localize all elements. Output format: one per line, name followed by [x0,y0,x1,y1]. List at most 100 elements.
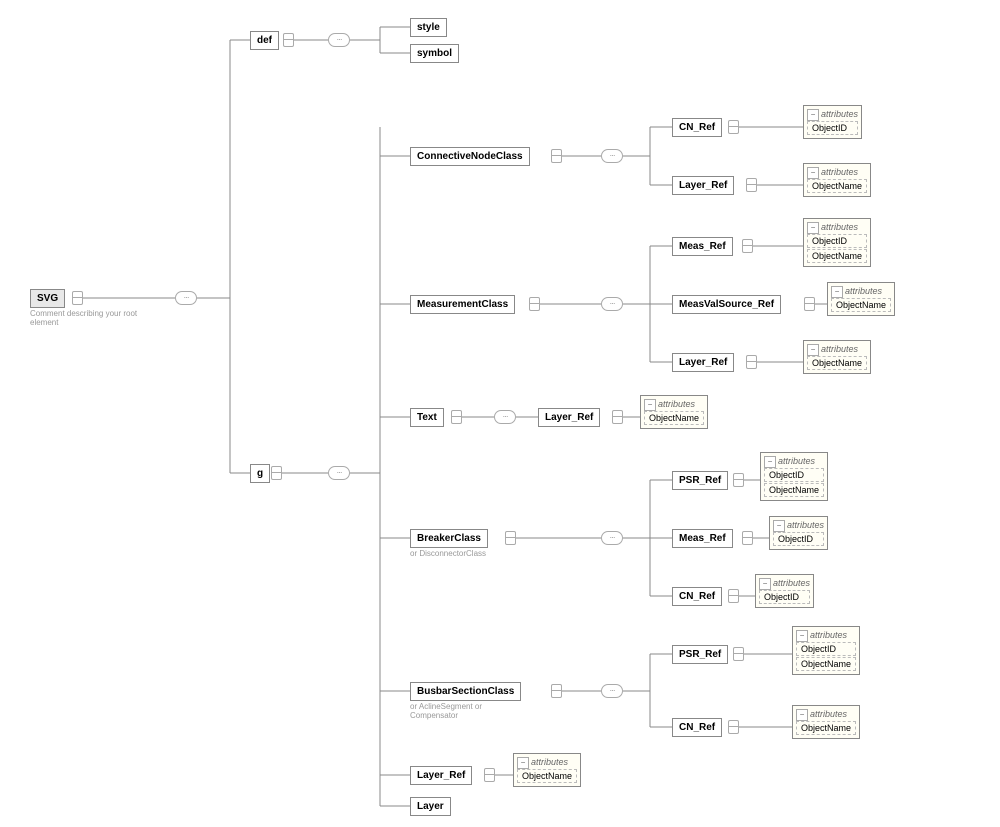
node-mvsr-label: MeasValSource_Ref [679,299,774,310]
node-g[interactable]: g [250,464,270,483]
node-cn-ref-1[interactable]: CN_Ref [672,118,722,137]
node-cn-ref-3[interactable]: CN_Ref [672,718,722,737]
connector-bc: ··· [601,531,623,545]
comment-bc: or DisconnectorClass [410,549,530,558]
stub-cnref3 [728,720,737,734]
attrs-title: attributes [644,399,704,409]
attr-item: ObjectName [831,298,891,312]
attr-item: ObjectName [644,411,704,425]
attr-item: ObjectID [807,121,858,135]
node-breakerclass[interactable]: BreakerClass [410,529,488,548]
node-g-label: g [257,468,263,479]
connector-text: ··· [494,410,516,424]
node-layer-ref-2[interactable]: Layer_Ref [672,353,734,372]
attrs-cnref2: attributes ObjectID [755,574,814,608]
connector-def: ··· [328,33,350,47]
attrs-lref1: attributes ObjectName [803,163,871,197]
stub-lref2 [746,355,755,369]
attr-item: ObjectName [807,249,867,263]
attr-item: ObjectName [796,657,856,671]
connector-root: ··· [175,291,197,305]
node-text[interactable]: Text [410,408,444,427]
attr-item: ObjectID [796,642,856,656]
node-connectivenodeclass[interactable]: ConnectiveNodeClass [410,147,530,166]
attrs-title: attributes [807,222,867,232]
comment-bsc: or AclineSegment or Compensator [410,702,530,720]
stub-svg [72,291,81,305]
node-layer-ref-4[interactable]: Layer_Ref [410,766,472,785]
attr-item: ObjectName [807,356,867,370]
node-svg[interactable]: SVG [30,289,65,308]
node-layer-ref-3[interactable]: Layer_Ref [538,408,600,427]
attrs-lref4: attributes ObjectName [513,753,581,787]
stub-psrref1 [733,473,742,487]
attrs-cnref1: attributes ObjectID [803,105,862,139]
node-mc-label: MeasurementClass [417,299,508,310]
node-meas-ref-2[interactable]: Meas_Ref [672,529,733,548]
attrs-lref2: attributes ObjectName [803,340,871,374]
attr-item: ObjectName [796,721,856,735]
node-symbol-label: symbol [417,48,452,59]
attrs-lref3: attributes ObjectName [640,395,708,429]
node-def[interactable]: def [250,31,279,50]
node-style[interactable]: style [410,18,447,37]
node-style-label: style [417,22,440,33]
attrs-psrref2: attributes ObjectID ObjectName [792,626,860,675]
attrs-measref1: attributes ObjectID ObjectName [803,218,871,267]
attrs-psrref1: attributes ObjectID ObjectName [760,452,828,501]
node-layer-ref-1[interactable]: Layer_Ref [672,176,734,195]
attr-item: ObjectName [764,483,824,497]
node-psr-ref-1-label: PSR_Ref [679,475,721,486]
node-psr-ref-1[interactable]: PSR_Ref [672,471,728,490]
node-def-label: def [257,35,272,46]
node-measurementclass[interactable]: MeasurementClass [410,295,515,314]
stub-lref4 [484,768,493,782]
node-symbol[interactable]: symbol [410,44,459,63]
stub-cnref1 [728,120,737,134]
attr-item: ObjectName [517,769,577,783]
attrs-title: attributes [807,344,867,354]
stub-def [283,33,292,47]
node-meas-ref-1[interactable]: Meas_Ref [672,237,733,256]
stub-mvsr [804,297,813,311]
stub-bsc [551,684,560,698]
stub-measref2 [742,531,751,545]
stub-mc [529,297,538,311]
stub-text [451,410,460,424]
stub-g [271,466,280,480]
connector-cnc: ··· [601,149,623,163]
attr-item: ObjectID [764,468,824,482]
stub-cnref2 [728,589,737,603]
attrs-mvsr: attributes ObjectName [827,282,895,316]
node-cn-ref-2-label: CN_Ref [679,591,715,602]
attr-item: ObjectName [807,179,867,193]
node-psr-ref-2[interactable]: PSR_Ref [672,645,728,664]
attrs-title: attributes [773,520,824,530]
node-measvalsource-ref[interactable]: MeasValSource_Ref [672,295,781,314]
node-meas-ref-1-label: Meas_Ref [679,241,726,252]
node-cnc-label: ConnectiveNodeClass [417,151,523,162]
attrs-title: attributes [759,578,810,588]
attrs-measref2: attributes ObjectID [769,516,828,550]
comment-root: Comment describing your root element [30,309,150,327]
node-psr-ref-2-label: PSR_Ref [679,649,721,660]
node-bc-label: BreakerClass [417,533,481,544]
node-layer-ref-1-label: Layer_Ref [679,180,727,191]
node-text-label: Text [417,412,437,423]
node-layer-ref-3-label: Layer_Ref [545,412,593,423]
node-bsc-label: BusbarSectionClass [417,686,514,697]
stub-lref3 [612,410,621,424]
attr-item: ObjectID [759,590,810,604]
node-cn-ref-2[interactable]: CN_Ref [672,587,722,606]
node-busbarsectionclass[interactable]: BusbarSectionClass [410,682,521,701]
attrs-cnref3: attributes ObjectName [792,705,860,739]
node-layer[interactable]: Layer [410,797,451,816]
node-cn-ref-3-label: CN_Ref [679,722,715,733]
node-layer-label: Layer [417,801,444,812]
attr-item: ObjectID [807,234,867,248]
attrs-title: attributes [807,109,858,119]
attrs-title: attributes [807,167,867,177]
stub-measref1 [742,239,751,253]
stub-bc [505,531,514,545]
attrs-title: attributes [796,709,856,719]
